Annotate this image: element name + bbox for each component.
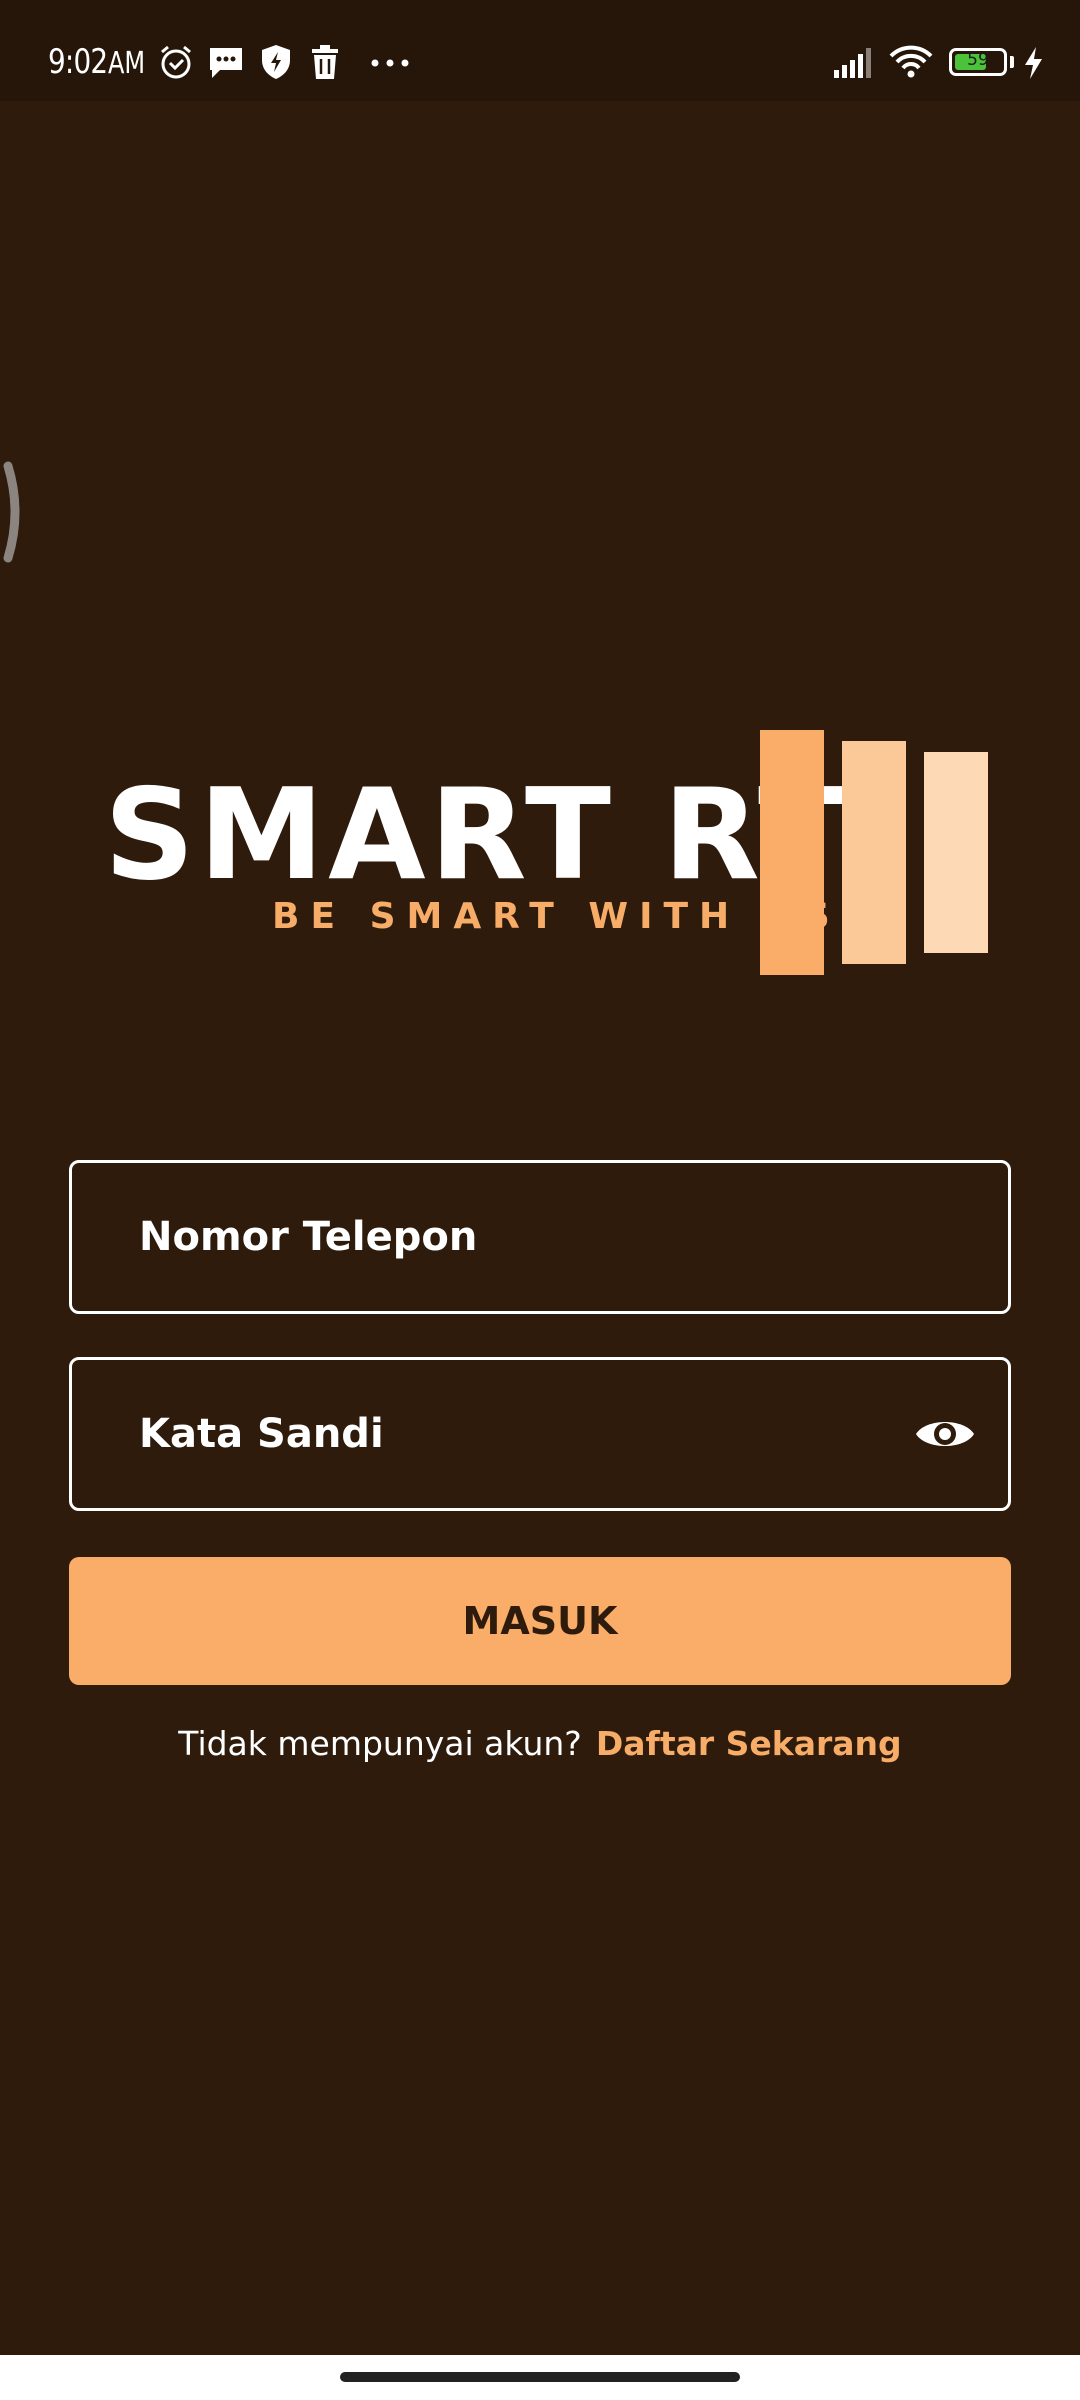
logo-bar-2 (842, 741, 906, 964)
alarm-icon (161, 45, 191, 79)
status-bar: 9:02 AM 59 (0, 0, 1080, 101)
eye-icon[interactable] (914, 1413, 976, 1455)
password-field[interactable]: Kata Sandi (69, 1357, 1011, 1511)
phone-number-placeholder: Nomor Telepon (139, 1214, 478, 1260)
login-button[interactable]: MASUK (69, 1557, 1011, 1685)
status-ampm: AM (108, 46, 146, 81)
signal-icon (834, 48, 871, 78)
logo-bar-3 (924, 752, 988, 953)
battery-level: 59 (967, 50, 989, 70)
app-logo-tagline: BE SMART WITH US (272, 896, 841, 937)
battery-icon: 59 (949, 48, 1007, 76)
status-time: 9:02 (48, 42, 108, 82)
app-logo-title: SMART RT (104, 761, 849, 908)
message-icon (210, 48, 242, 78)
phone-number-field[interactable]: Nomor Telepon (69, 1160, 1011, 1314)
register-row: Tidak mempunyai akun? Daftar Sekarang (0, 1724, 1080, 1763)
shield-icon (262, 45, 290, 79)
wifi-icon (889, 45, 933, 78)
more-dots-icon (371, 59, 409, 67)
register-link[interactable]: Daftar Sekarang (596, 1724, 902, 1763)
charging-icon (1025, 47, 1042, 79)
trash-icon (312, 45, 338, 79)
password-placeholder: Kata Sandi (139, 1411, 384, 1457)
edge-gesture-handle[interactable] (0, 460, 30, 564)
battery-tip (1010, 56, 1014, 68)
home-indicator[interactable] (340, 2372, 740, 2382)
logo-bar-1 (760, 730, 824, 975)
register-prompt: Tidak mempunyai akun? (178, 1724, 582, 1763)
